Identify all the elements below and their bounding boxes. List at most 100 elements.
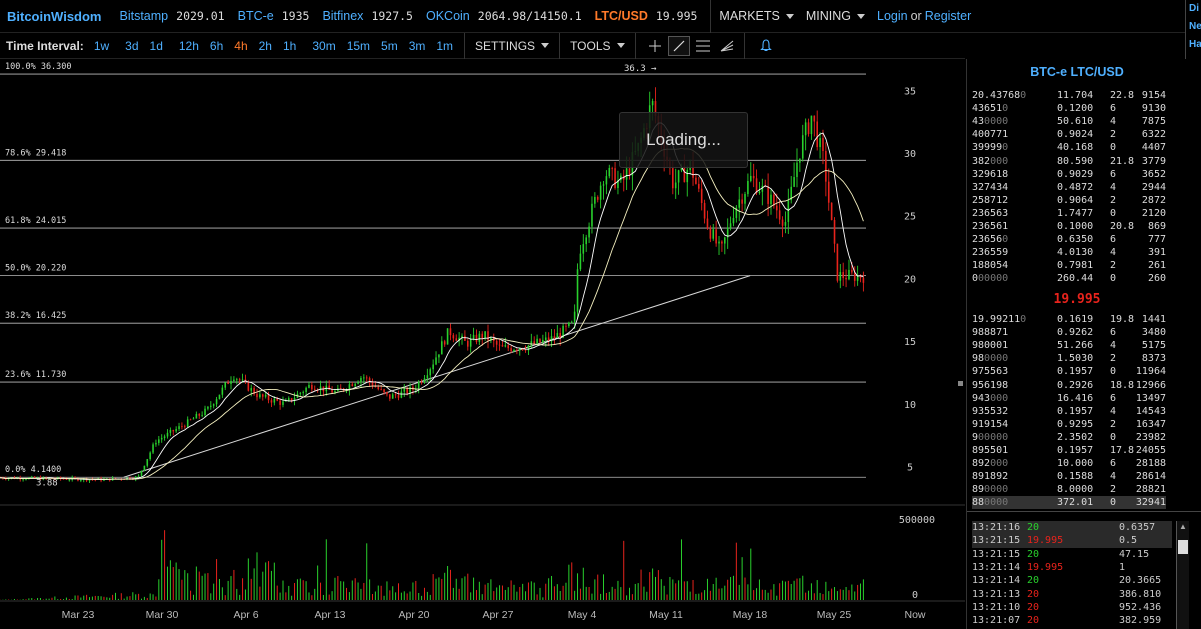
- markets-menu[interactable]: MARKETS: [710, 0, 801, 33]
- volume-bars: [0, 530, 864, 600]
- ask-row[interactable]: 327434 0.4872 4 2944: [972, 181, 1166, 194]
- bid-row[interactable]: 900000 2.3502 0 23982: [972, 431, 1166, 444]
- interval-1h[interactable]: 1h: [283, 39, 296, 53]
- ask-row[interactable]: 436510 0.1200 6 9130: [972, 102, 1166, 115]
- ask-row[interactable]: 236560 0.6350 6 777: [972, 233, 1166, 246]
- bid-row[interactable]: 980001 51.266 4 5175: [972, 339, 1166, 352]
- ask-row[interactable]: 430000 50.610 4 7875: [972, 115, 1166, 128]
- bid-row[interactable]: 890000 8.0000 2 28821: [972, 483, 1166, 496]
- ask-row[interactable]: 329618 0.9029 6 3652: [972, 168, 1166, 181]
- ask-row[interactable]: 399990 40.168 0 4407: [972, 141, 1166, 154]
- site-logo[interactable]: BitcoinWisdom: [7, 9, 102, 24]
- market-btce[interactable]: BTC-e 1935: [238, 9, 310, 23]
- register-link[interactable]: Register: [925, 9, 972, 23]
- tools-menu[interactable]: TOOLS: [559, 32, 634, 59]
- bid-row[interactable]: 892000 10.000 6 28188: [972, 457, 1166, 470]
- candle-body: [241, 379, 244, 381]
- bid-row[interactable]: 956198 0.2926 18.8 12966: [972, 379, 1166, 392]
- bid-row[interactable]: 880000 372.01 0 32941: [972, 496, 1166, 510]
- bid-row[interactable]: 19.992110 0.1619 19.8 1441: [972, 313, 1166, 326]
- order-total: 9130: [1141, 103, 1166, 115]
- ask-row[interactable]: 000000 260.44 0 260: [972, 272, 1166, 285]
- settings-menu[interactable]: SETTINGS: [464, 32, 559, 59]
- mining-menu[interactable]: MINING: [802, 0, 873, 33]
- interval-12h[interactable]: 12h: [179, 39, 199, 53]
- interval-3d[interactable]: 3d: [125, 39, 138, 53]
- market-okcoin[interactable]: OKCoin 2064.98/14150.1: [426, 9, 582, 23]
- interval-6h[interactable]: 6h: [210, 39, 223, 53]
- order-total: 24055: [1135, 445, 1166, 456]
- order-price: 980001: [972, 340, 1009, 352]
- bid-row[interactable]: 988871 0.9262 6 3480: [972, 326, 1166, 339]
- order-total: 391: [1147, 247, 1166, 259]
- candle-body: [429, 369, 432, 376]
- order-sum: 6: [1110, 392, 1117, 404]
- price-chart[interactable]: 100.0% 36.30078.6% 29.41861.8% 24.01550.…: [0, 59, 965, 629]
- interval-3m[interactable]: 3m: [409, 39, 426, 53]
- interval-2h[interactable]: 2h: [259, 39, 272, 53]
- trade-price: 20: [1027, 601, 1040, 613]
- ask-row[interactable]: 400771 0.9024 2 6322: [972, 128, 1166, 141]
- candle-body: [556, 333, 559, 339]
- ask-row[interactable]: 20.437680 11.704 22.8 9154: [972, 89, 1166, 102]
- bid-row[interactable]: 943000 16.416 6 13497: [972, 392, 1166, 405]
- candle-body: [484, 331, 486, 339]
- ask-row[interactable]: 188054 0.7981 2 261: [972, 259, 1166, 272]
- candle-body: [438, 354, 440, 358]
- bid-row[interactable]: 975563 0.1957 0 11964: [972, 365, 1166, 378]
- right-stub-item[interactable]: Di: [1186, 0, 1201, 18]
- trade-row: 13:21:14 19.995 1: [972, 561, 1172, 574]
- scroll-up-icon[interactable]: ▲: [1177, 521, 1189, 533]
- market-bitfinex[interactable]: Bitfinex 1927.5: [322, 9, 413, 23]
- candle-body: [848, 269, 850, 280]
- bid-row[interactable]: 980000 1.5030 2 8373: [972, 352, 1166, 365]
- bid-row[interactable]: 891892 0.1588 4 28614: [972, 470, 1166, 483]
- crosshair-icon[interactable]: [644, 36, 666, 56]
- candle-body: [351, 384, 354, 387]
- last-price: 19.995: [1053, 292, 1101, 307]
- interval-1w[interactable]: 1w: [94, 39, 109, 53]
- candle-body: [628, 168, 631, 176]
- right-stub-item[interactable]: Ne: [1186, 18, 1201, 36]
- order-sum: 2: [1110, 129, 1117, 141]
- ask-row[interactable]: 236563 1.7477 0 2120: [972, 207, 1166, 220]
- interval-4h[interactable]: 4h: [234, 39, 247, 53]
- interval-15m[interactable]: 15m: [347, 39, 370, 53]
- fib-tool-icon[interactable]: [692, 36, 714, 56]
- market-bitstamp[interactable]: Bitstamp 2029.01: [120, 9, 225, 23]
- line-tool-icon[interactable]: [667, 35, 690, 56]
- fan-tool-icon[interactable]: [716, 36, 738, 56]
- order-price: 892000: [972, 458, 1009, 470]
- candle-body: [224, 382, 227, 388]
- ask-row[interactable]: 236559 4.0130 4 391: [972, 246, 1166, 259]
- order-volume: 0.1957: [1057, 405, 1094, 417]
- scroll-thumb[interactable]: [1178, 540, 1188, 554]
- candle-body: [178, 426, 180, 430]
- candle-body: [718, 241, 720, 244]
- candle-body: [518, 348, 521, 351]
- candle-body: [504, 345, 507, 347]
- candle-body: [189, 419, 192, 421]
- bid-row[interactable]: 935532 0.1957 4 14543: [972, 405, 1166, 418]
- interval-1d[interactable]: 1d: [150, 39, 163, 53]
- candle-body: [308, 385, 310, 388]
- bid-row[interactable]: 895501 0.1957 17.8 24055: [972, 444, 1166, 457]
- bid-row[interactable]: 919154 0.9295 2 16347: [972, 418, 1166, 431]
- market-ltc-usd[interactable]: LTC/USD 19.995: [595, 9, 698, 23]
- interval-30m[interactable]: 30m: [312, 39, 335, 53]
- ask-row[interactable]: 382000 80.590 21.8 3779: [972, 155, 1166, 168]
- candle-body: [311, 385, 313, 390]
- trade-history-scrollbar[interactable]: ▲: [1176, 521, 1189, 629]
- interval-5m[interactable]: 5m: [381, 39, 398, 53]
- order-volume: 0.1200: [1057, 103, 1094, 115]
- price-tick-label: 25: [904, 212, 916, 223]
- right-stub-item[interactable]: Ha: [1186, 36, 1201, 54]
- interval-1m[interactable]: 1m: [436, 39, 453, 53]
- ask-row[interactable]: 258712 0.9064 2 2872: [972, 194, 1166, 207]
- order-price: 919154: [972, 418, 1009, 430]
- login-link[interactable]: Login: [877, 9, 908, 23]
- alarm-bell-icon[interactable]: [755, 36, 777, 56]
- order-total: 12966: [1135, 379, 1166, 391]
- candle-body: [279, 400, 281, 405]
- ask-row[interactable]: 236561 0.1000 20.8 869: [972, 220, 1166, 233]
